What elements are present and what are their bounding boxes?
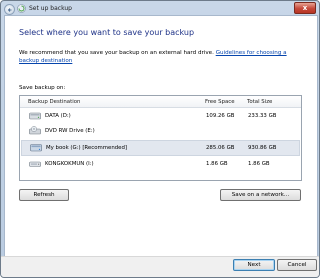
table-row[interactable]: DVD RW Drive (E:): [21, 124, 300, 138]
row-free-space: 109.26 GB: [206, 113, 235, 119]
external-drive-icon: [30, 144, 42, 152]
removable-drive-icon: [29, 161, 41, 167]
cancel-button[interactable]: Cancel: [277, 259, 317, 271]
table-row-selected[interactable]: My book (G:) [Recommended] 285.06 GB 930…: [21, 140, 300, 156]
save-on-network-button[interactable]: Save on a network...: [220, 189, 301, 201]
table-header: Backup Destination Free Space Total Size: [20, 96, 301, 108]
row-destination: DVD RW Drive (E:): [45, 128, 95, 134]
back-button[interactable]: [4, 4, 15, 15]
row-free-space: 1.86 GB: [206, 161, 228, 167]
next-button[interactable]: Next: [233, 259, 275, 271]
row-total-size: 233.33 GB: [248, 113, 277, 119]
table-row[interactable]: DATA (D:) 109.26 GB 233.33 GB: [21, 109, 300, 123]
back-arrow-icon: [7, 7, 11, 12]
column-header-destination[interactable]: Backup Destination: [28, 99, 80, 105]
hard-drive-icon: [29, 112, 41, 120]
column-header-free-space[interactable]: Free Space: [205, 99, 235, 105]
description-text: We recommend that you save your backup o…: [19, 50, 214, 56]
page-heading: Select where you want to save your backu…: [19, 28, 195, 37]
close-button[interactable]: x: [294, 2, 316, 14]
setup-backup-window: Set up backup x Select where you want to…: [0, 0, 320, 278]
row-destination: DATA (D:): [45, 113, 71, 119]
row-free-space: 285.06 GB: [206, 145, 235, 151]
row-total-size: 930.86 GB: [248, 145, 277, 151]
table-row[interactable]: KONGKOKMUN (I:) 1.86 GB 1.86 GB: [21, 157, 300, 171]
row-destination: My book (G:) [Recommended]: [46, 145, 128, 151]
close-icon: x: [302, 4, 308, 12]
column-header-total-size[interactable]: Total Size: [247, 99, 272, 105]
window-title: Set up backup: [29, 5, 72, 12]
destination-table: Backup Destination Free Space Total Size…: [19, 95, 302, 181]
row-total-size: 1.86 GB: [248, 161, 270, 167]
save-on-label: Save backup on:: [19, 85, 66, 91]
title-bar: Set up backup x: [1, 1, 319, 15]
row-destination: KONGKOKMUN (I:): [45, 161, 94, 167]
dvd-drive-icon: [29, 126, 41, 135]
refresh-button[interactable]: Refresh: [19, 189, 69, 201]
description: We recommend that you save your backup o…: [19, 49, 304, 65]
backup-icon: [17, 4, 26, 13]
